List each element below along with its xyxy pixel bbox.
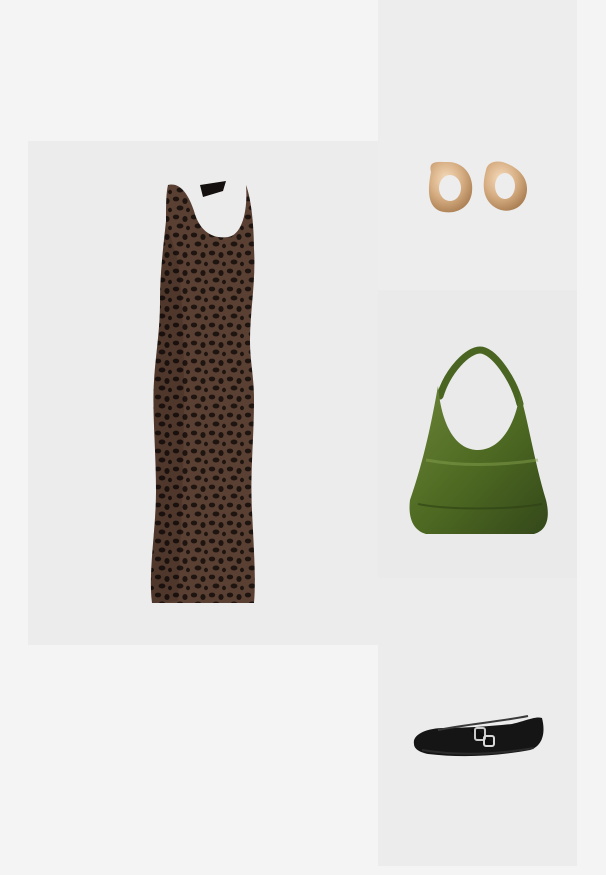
bag-image: [409, 346, 548, 534]
bag-product-tile[interactable]: [378, 290, 577, 578]
shoes-product-tile[interactable]: [378, 578, 577, 866]
shoes-image: [413, 715, 544, 757]
dress-product-tile[interactable]: [28, 141, 378, 645]
dress-image: [150, 181, 255, 603]
earrings-product-tile[interactable]: [378, 0, 577, 290]
earrings-image: [428, 161, 528, 213]
